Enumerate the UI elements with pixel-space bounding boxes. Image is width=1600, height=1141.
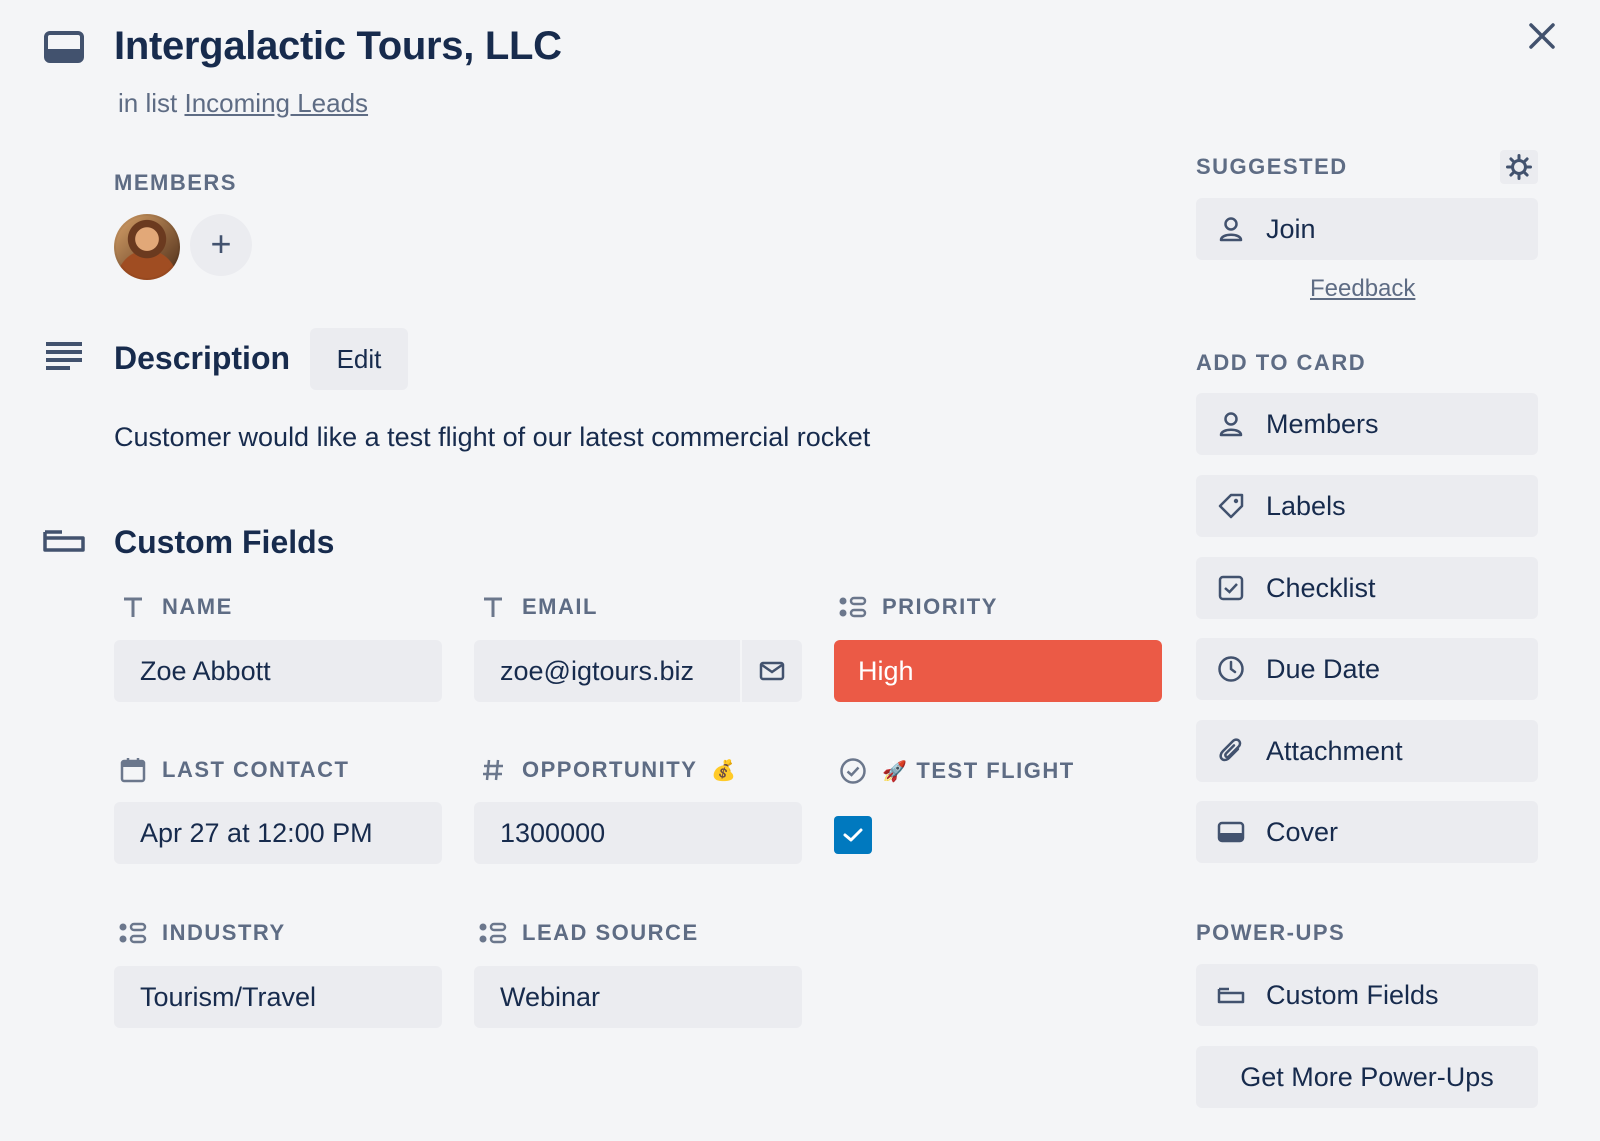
card-icon [44,30,84,64]
description-text[interactable]: Customer would like a test flight of our… [114,422,870,453]
priority-label-text: PRIORITY [882,594,998,619]
person-icon [1214,216,1248,242]
checklist-icon [1214,575,1248,601]
cover-icon [1214,820,1248,844]
checklist-label: Checklist [1266,572,1376,603]
hash-icon [478,758,508,782]
add-to-card-label: ADD TO CARD [1196,350,1367,375]
mail-icon[interactable] [740,640,802,702]
attachment-button[interactable]: Attachment [1196,720,1538,782]
avatar[interactable] [114,214,180,280]
label-tag-icon [1214,492,1248,520]
custom-fields-title: Custom Fields [114,524,335,560]
custom-fields-powerup-button[interactable]: Custom Fields [1196,964,1538,1026]
last-contact-field-label: LAST CONTACT [118,757,349,783]
custom-fields-icon [42,526,86,554]
list-link[interactable]: Incoming Leads [184,88,368,118]
test-flight-checkbox[interactable] [834,816,872,854]
add-member-button[interactable]: + [190,214,252,276]
person-icon [1214,411,1248,437]
rocket-emoji: 🚀 [882,760,909,783]
cover-label: Cover [1266,816,1339,847]
join-button[interactable]: Join [1196,198,1538,260]
name-field[interactable]: Zoe Abbott [114,640,442,702]
card-title: Intergalactic Tours, LLC [114,24,562,68]
email-field-label: EMAIL [478,594,598,620]
industry-field[interactable]: Tourism/Travel [114,966,442,1028]
email-field[interactable]: zoe@igtours.biz [474,640,802,702]
test-flight-label-text: TEST FLIGHT [916,758,1075,783]
lead-source-field-label: LEAD SOURCE [478,920,699,946]
edit-description-button[interactable]: Edit [310,328,408,390]
description-icon [44,340,84,372]
get-more-power-ups-button[interactable]: Get More Power-Ups [1196,1046,1538,1108]
attachment-label: Attachment [1266,735,1403,766]
close-icon[interactable] [1522,16,1562,56]
name-field-label: NAME [118,594,233,620]
dropdown-icon [118,922,148,944]
priority-field-label: PRIORITY [838,594,998,620]
add-members-button[interactable]: Members [1196,393,1538,455]
card-list-info: in list Incoming Leads [118,88,368,119]
due-date-label: Due Date [1266,653,1381,684]
checklist-button[interactable]: Checklist [1196,557,1538,619]
text-icon [478,595,508,619]
labels-button[interactable]: Labels [1196,475,1538,537]
test-flight-field-label: 🚀 TEST FLIGHT [838,757,1075,785]
dropdown-icon [478,922,508,944]
opportunity-field[interactable]: 1300000 [474,802,802,864]
custom-fields-icon [1214,985,1248,1005]
email-label-text: EMAIL [522,594,598,619]
industry-field-label: INDUSTRY [118,920,286,946]
clock-icon [1214,655,1248,683]
opportunity-label-text: OPPORTUNITY [522,757,698,782]
members-label: MEMBERS [114,170,237,195]
check-circle-icon [838,757,868,785]
industry-label-text: INDUSTRY [162,920,286,945]
name-label-text: NAME [162,594,233,619]
lead-source-field[interactable]: Webinar [474,966,802,1028]
last-contact-label-text: LAST CONTACT [162,757,350,782]
calendar-icon [118,757,148,783]
custom-fields-powerup-label: Custom Fields [1266,979,1439,1010]
lead-source-label-text: LEAD SOURCE [522,920,699,945]
cover-button[interactable]: Cover [1196,801,1538,863]
priority-field[interactable]: High [834,640,1162,702]
feedback-link[interactable]: Feedback [1310,275,1415,303]
add-members-label: Members [1266,408,1379,439]
paperclip-icon [1214,737,1248,765]
money-bag-emoji: 💰 [711,759,738,782]
gear-icon[interactable] [1500,150,1538,184]
list-prefix: in list [118,88,178,118]
opportunity-field-label: OPPORTUNITY 💰 [478,757,738,783]
last-contact-field[interactable]: Apr 27 at 12:00 PM [114,802,442,864]
labels-label: Labels [1266,490,1346,521]
dropdown-icon [838,596,868,618]
join-label: Join [1266,213,1316,244]
suggested-label: SUGGESTED [1196,154,1348,179]
power-ups-label: POWER-UPS [1196,920,1346,945]
email-value[interactable]: zoe@igtours.biz [500,640,694,702]
description-title: Description [114,340,291,376]
text-icon [118,595,148,619]
due-date-button[interactable]: Due Date [1196,638,1538,700]
